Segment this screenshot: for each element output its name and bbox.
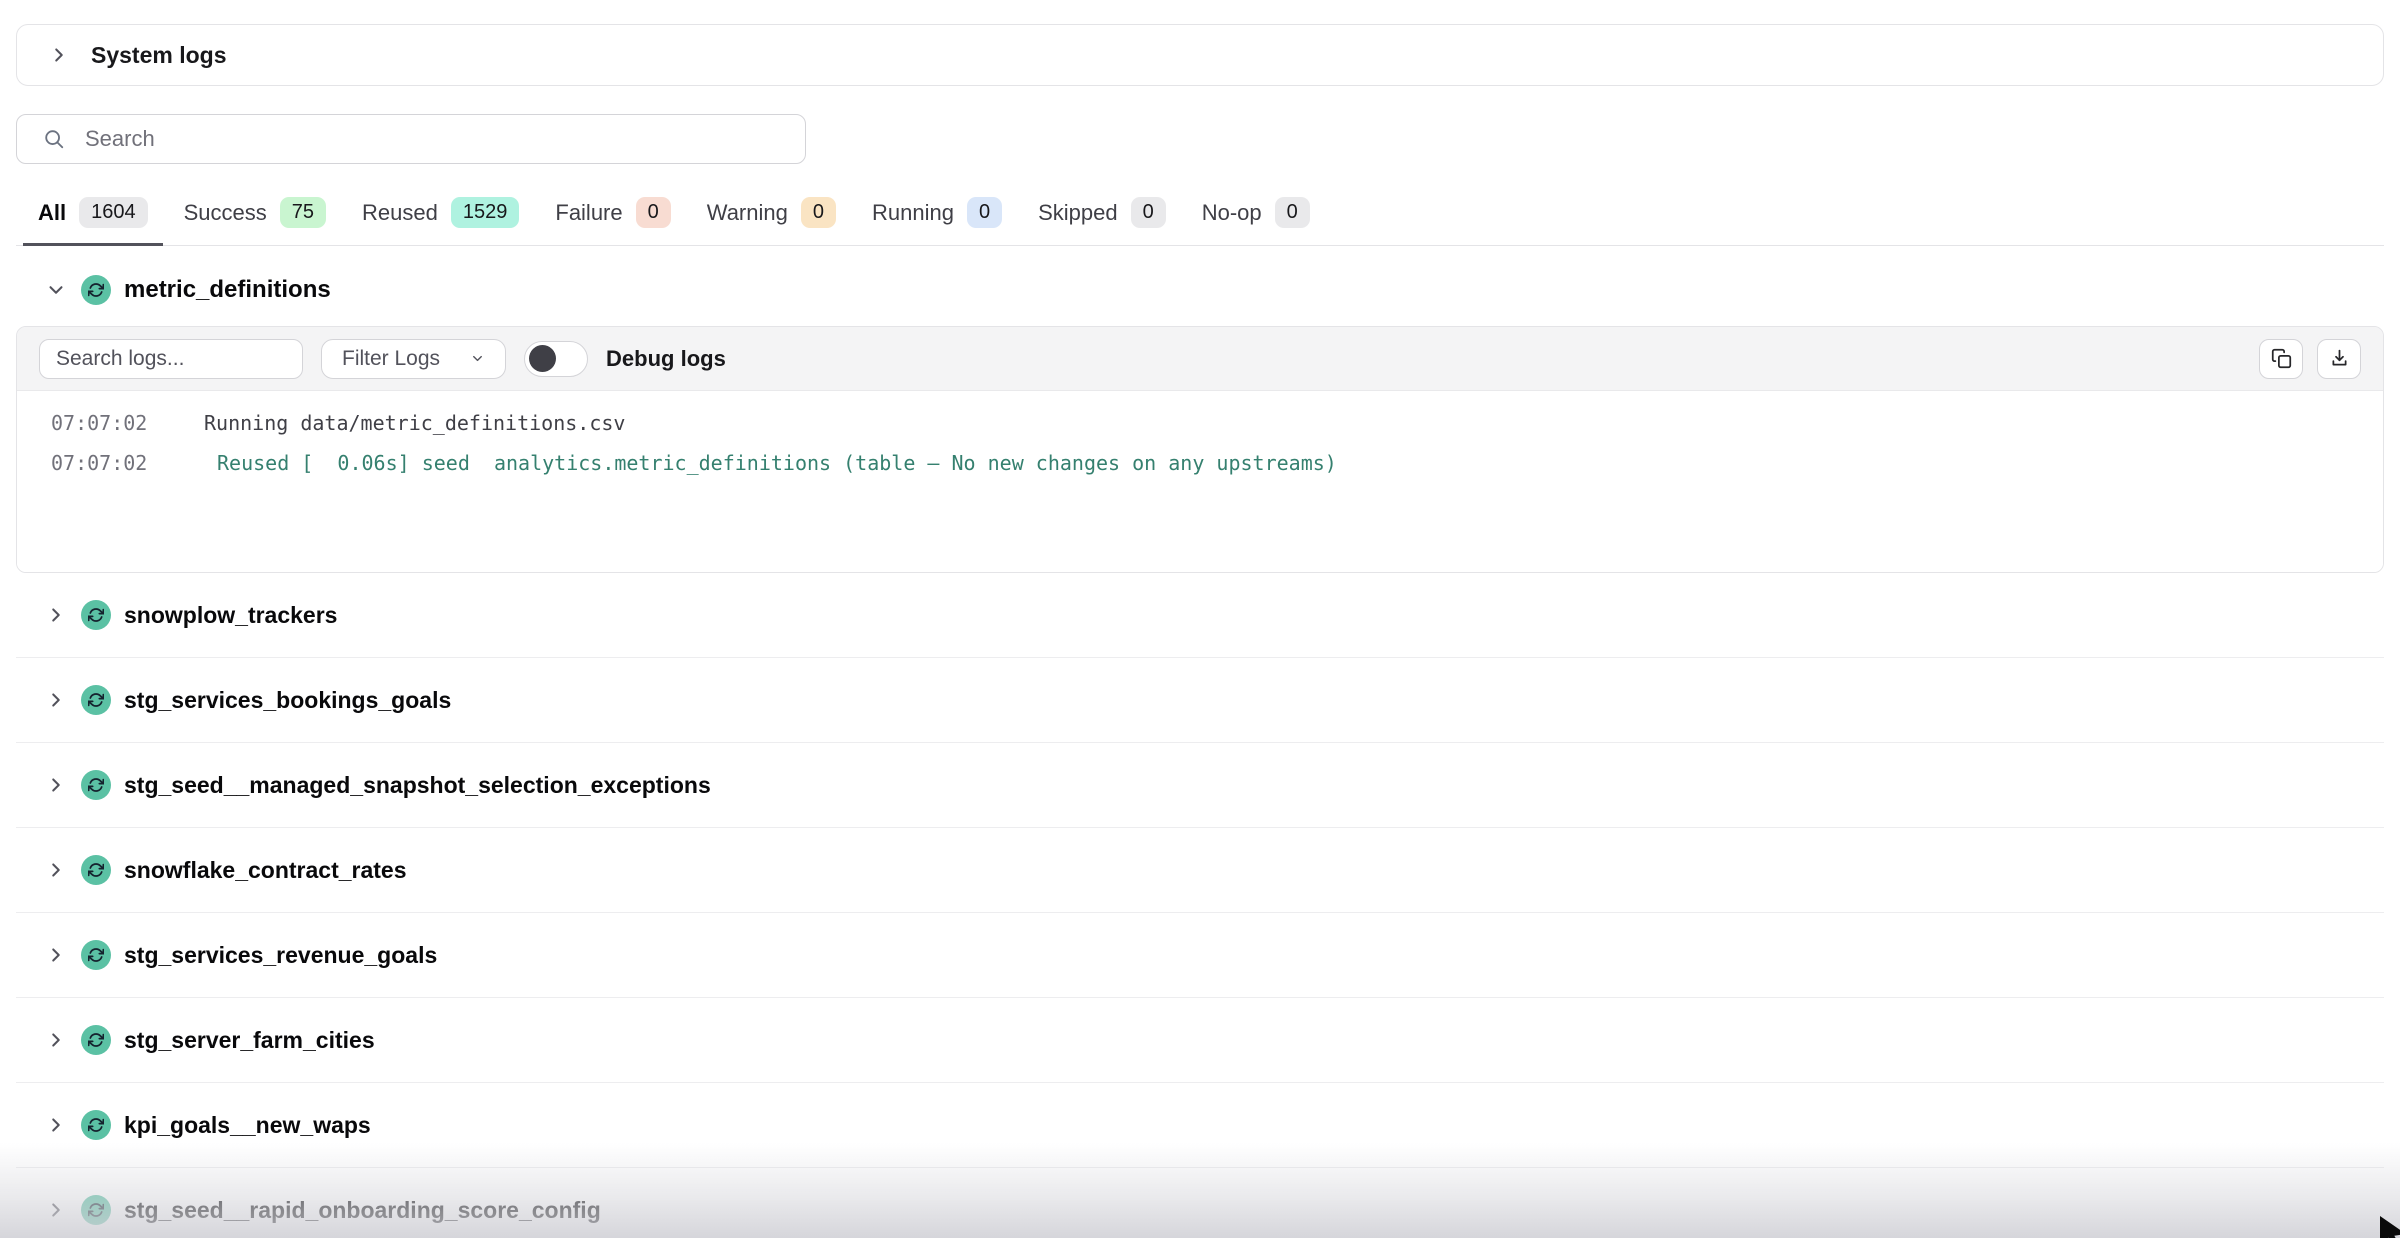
chevron-down-icon — [470, 351, 485, 366]
chevron-right-icon[interactable] — [44, 1198, 68, 1222]
chevron-right-icon[interactable] — [44, 603, 68, 627]
run-item-list: snowplow_trackers stg_services_bookings_… — [16, 573, 2384, 1238]
tab-label: Skipped — [1038, 200, 1118, 226]
tab-count-badge: 0 — [801, 197, 836, 228]
reused-status-icon — [81, 275, 111, 305]
run-item-name: stg_seed__rapid_onboarding_score_config — [124, 1197, 601, 1224]
chevron-right-icon[interactable] — [44, 858, 68, 882]
tab-count-badge: 0 — [1131, 197, 1166, 228]
log-toolbar: Filter Logs Debug logs — [17, 327, 2383, 391]
tab-label: Warning — [707, 200, 788, 226]
expanded-run-item-header[interactable]: metric_definitions — [16, 261, 2384, 319]
log-timestamp: 07:07:02 — [51, 443, 204, 483]
reused-status-icon — [81, 685, 111, 715]
chevron-right-icon[interactable] — [44, 773, 68, 797]
chevron-right-icon[interactable] — [44, 943, 68, 967]
run-item-name: snowplow_trackers — [124, 602, 337, 629]
log-message: Reused [ 0.06s] seed analytics.metric_de… — [204, 443, 1337, 483]
reused-status-icon — [81, 770, 111, 800]
chevron-right-icon[interactable] — [44, 688, 68, 712]
tab-label: Running — [872, 200, 954, 226]
search-input-wrapper — [16, 114, 806, 164]
tab-count-badge: 1604 — [79, 197, 148, 228]
run-item-row[interactable]: stg_seed__managed_snapshot_selection_exc… — [16, 743, 2384, 828]
log-line: 07:07:02 Reused [ 0.06s] seed analytics.… — [17, 443, 2383, 483]
reused-status-icon — [81, 1110, 111, 1140]
log-line: 07:07:02 Running data/metric_definitions… — [17, 403, 2383, 443]
run-item-name: stg_server_farm_cities — [124, 1027, 375, 1054]
tab-count-badge: 1529 — [451, 197, 520, 228]
reused-status-icon — [81, 855, 111, 885]
debug-logs-toggle[interactable] — [524, 341, 588, 377]
log-output: 07:07:02 Running data/metric_definitions… — [17, 391, 2383, 572]
status-filter-tab[interactable]: All 1604 — [23, 188, 163, 246]
tab-count-badge: 75 — [280, 197, 326, 228]
log-panel: Filter Logs Debug logs 07:07:02 Running … — [16, 326, 2384, 573]
reused-status-icon — [81, 1195, 111, 1225]
tab-count-badge: 0 — [1275, 197, 1310, 228]
reused-status-icon — [81, 940, 111, 970]
chevron-right-icon[interactable] — [44, 1028, 68, 1052]
tab-label: Success — [184, 200, 267, 226]
status-filter-tab[interactable]: Warning 0 — [692, 188, 851, 246]
copy-logs-button[interactable] — [2259, 339, 2303, 379]
download-icon — [2329, 348, 2350, 369]
run-item-row[interactable]: stg_services_bookings_goals — [16, 658, 2384, 743]
run-item-row[interactable]: kpi_goals__new_waps — [16, 1083, 2384, 1168]
system-logs-section[interactable]: System logs — [16, 24, 2384, 86]
run-item-row[interactable]: stg_seed__rapid_onboarding_score_config — [16, 1168, 2384, 1238]
toggle-knob — [529, 345, 556, 372]
status-filter-tab[interactable]: No-op 0 — [1187, 188, 1325, 246]
log-message: Running data/metric_definitions.csv — [204, 403, 625, 443]
run-item-row[interactable]: stg_services_revenue_goals — [16, 913, 2384, 998]
search-input[interactable] — [85, 126, 779, 152]
filter-logs-dropdown[interactable]: Filter Logs — [321, 339, 506, 379]
reused-status-icon — [81, 1025, 111, 1055]
status-filter-tab[interactable]: Skipped 0 — [1023, 188, 1181, 246]
run-item-row[interactable]: snowflake_contract_rates — [16, 828, 2384, 913]
run-item-name: kpi_goals__new_waps — [124, 1112, 371, 1139]
run-item-name: stg_seed__managed_snapshot_selection_exc… — [124, 772, 711, 799]
reused-status-icon — [81, 600, 111, 630]
status-filter-tab[interactable]: Running 0 — [857, 188, 1017, 246]
download-logs-button[interactable] — [2317, 339, 2361, 379]
run-item-row[interactable]: snowplow_trackers — [16, 573, 2384, 658]
search-icon — [43, 128, 65, 150]
tab-count-badge: 0 — [967, 197, 1002, 228]
tab-label: Failure — [555, 200, 622, 226]
chevron-right-icon[interactable] — [44, 1113, 68, 1137]
mouse-cursor — [2380, 1216, 2400, 1238]
status-filter-tabs: All 1604 Success 75 Reused 1529 Failure … — [16, 188, 2384, 246]
chevron-right-icon[interactable] — [47, 43, 71, 67]
status-filter-tab[interactable]: Reused 1529 — [347, 188, 534, 246]
run-results-page: System logs All 1604 Success 75 Reused 1… — [16, 24, 2384, 1238]
system-logs-label: System logs — [91, 42, 227, 69]
chevron-down-icon[interactable] — [44, 278, 68, 302]
run-item-name: stg_services_bookings_goals — [124, 687, 451, 714]
run-item-name: stg_services_revenue_goals — [124, 942, 437, 969]
tab-label: All — [38, 200, 66, 226]
status-filter-tab[interactable]: Failure 0 — [540, 188, 685, 246]
run-item-row[interactable]: stg_server_farm_cities — [16, 998, 2384, 1083]
tab-count-badge: 0 — [636, 197, 671, 228]
search-logs-input[interactable] — [39, 339, 303, 379]
tab-label: No-op — [1202, 200, 1262, 226]
debug-logs-label: Debug logs — [606, 346, 726, 372]
run-item-name: snowflake_contract_rates — [124, 857, 407, 884]
copy-icon — [2271, 348, 2292, 369]
filter-logs-label: Filter Logs — [342, 347, 440, 371]
log-timestamp: 07:07:02 — [51, 403, 204, 443]
tab-label: Reused — [362, 200, 438, 226]
status-filter-tab[interactable]: Success 75 — [169, 188, 341, 246]
run-item-name: metric_definitions — [124, 276, 331, 304]
